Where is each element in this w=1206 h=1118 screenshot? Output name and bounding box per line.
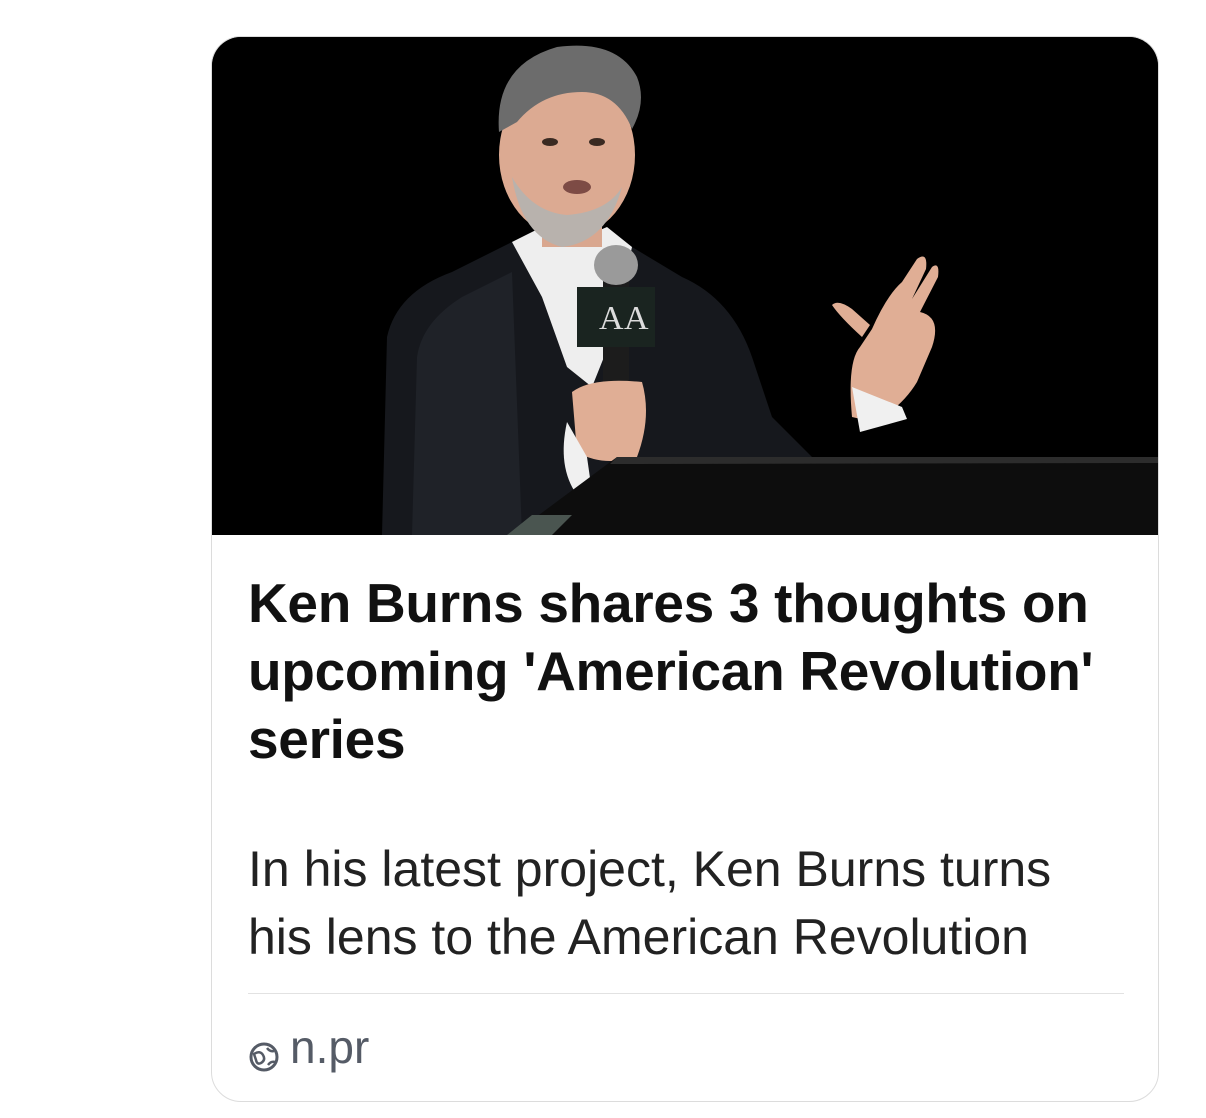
svg-text:A: A bbox=[624, 300, 649, 337]
article-description: In his latest project, Ken Burns turns h… bbox=[248, 841, 1052, 965]
preview-image[interactable]: A A bbox=[212, 37, 1158, 535]
globe-icon bbox=[248, 1031, 280, 1072]
source-link[interactable]: n.pr bbox=[248, 1021, 369, 1073]
source-domain: n.pr bbox=[290, 1021, 370, 1073]
svg-text:A: A bbox=[599, 300, 624, 337]
article-headline[interactable]: Ken Burns shares 3 thoughts on upcoming … bbox=[248, 569, 1128, 773]
speaker-photo: A A bbox=[212, 37, 1158, 535]
link-preview-card[interactable]: A A Ken Burns shares 3 thoughts on upcom… bbox=[211, 36, 1159, 1102]
card-divider bbox=[248, 993, 1124, 994]
